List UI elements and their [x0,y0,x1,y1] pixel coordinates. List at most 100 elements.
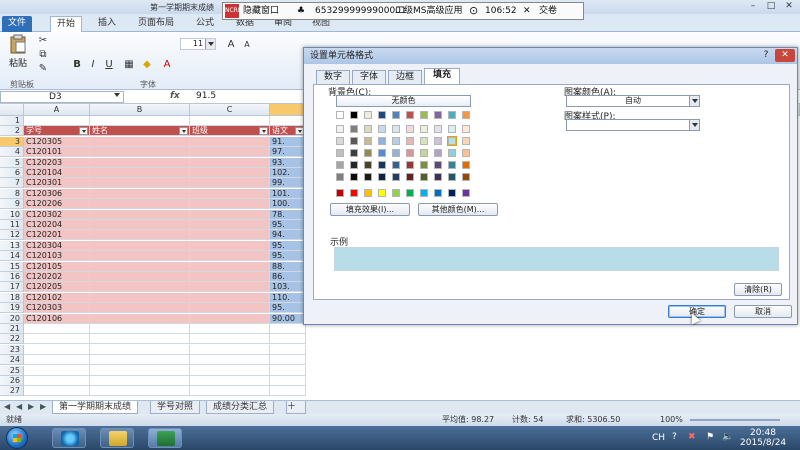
format-painter-icon[interactable]: ✎ [36,62,50,76]
chinese-score-cell[interactable]: 86. [270,272,306,282]
fill-effects-button[interactable]: 填充效果(I)... [330,203,410,216]
row-header[interactable]: 3 [0,136,24,147]
name-cell[interactable] [90,220,190,230]
name-cell[interactable] [90,261,190,272]
sheet-tab[interactable]: 学号对照 [150,401,201,414]
color-swatch[interactable] [420,149,428,157]
class-cell[interactable] [190,303,270,314]
zoom-level[interactable]: 100% [660,414,683,426]
row-header[interactable]: 11 [0,220,24,230]
row-header[interactable]: 5 [0,157,24,168]
chinese-score-cell[interactable]: 102. [270,168,306,178]
next-sheet-icon[interactable]: ▶ [28,402,38,411]
dialog-help-button[interactable]: ? [759,49,773,62]
student-id-cell[interactable]: C120305 [24,136,90,147]
name-box[interactable]: D3 [0,91,124,103]
color-swatch[interactable] [364,149,372,157]
color-swatch[interactable] [378,125,386,133]
color-swatch[interactable] [378,161,386,169]
empty-cell[interactable] [24,376,90,386]
color-swatch[interactable] [392,189,400,197]
color-swatch[interactable] [336,111,344,119]
taskbar-excel-button[interactable] [148,428,182,448]
chinese-score-cell[interactable]: 78. [270,209,306,220]
row-header[interactable]: 19 [0,303,24,314]
student-id-cell[interactable]: C120101 [24,147,90,158]
student-id-cell[interactable]: C120105 [24,261,90,272]
color-swatch[interactable] [406,137,414,145]
color-swatch[interactable] [392,173,400,181]
color-swatch[interactable] [434,111,442,119]
chinese-score-cell[interactable]: 94. [270,230,306,241]
fill-color-icon[interactable]: ◆ [140,58,154,72]
filter-dropdown-icon[interactable] [179,127,188,136]
student-id-cell[interactable]: C120106 [24,313,90,324]
language-indicator[interactable]: CH [652,433,665,443]
student-id-cell[interactable]: C120204 [24,220,90,230]
class-cell[interactable] [190,292,270,303]
student-id-cell[interactable]: C120304 [24,240,90,251]
row-header[interactable]: 14 [0,251,24,262]
color-swatch[interactable] [434,125,442,133]
color-swatch[interactable] [350,189,358,197]
sheet-tab[interactable]: 成绩分类汇总 [206,401,275,414]
color-swatch[interactable] [336,149,344,157]
color-swatch[interactable] [350,125,358,133]
row-header[interactable]: 7 [0,178,24,189]
color-swatch[interactable] [364,173,372,181]
maximize-button[interactable]: □ [763,1,779,12]
chinese-score-cell[interactable]: 88. [270,261,306,272]
insert-function-button[interactable]: fx [170,91,180,101]
color-swatch[interactable] [350,173,358,181]
tab-file[interactable]: 文件 [2,16,33,32]
color-swatch[interactable] [350,137,358,145]
color-swatch[interactable] [336,161,344,169]
empty-cell[interactable] [90,334,190,345]
color-swatch[interactable] [392,137,400,145]
color-swatch[interactable] [462,173,470,181]
row-header[interactable]: 17 [0,282,24,293]
color-swatch[interactable] [364,189,372,197]
empty-cell[interactable] [270,344,306,355]
empty-cell[interactable] [190,365,270,376]
network-icon[interactable]: ✖ [688,432,696,442]
name-cell[interactable] [90,199,190,210]
student-id-cell[interactable]: C120302 [24,209,90,220]
color-swatch[interactable] [448,161,456,169]
class-cell[interactable] [190,230,270,241]
chinese-score-cell[interactable]: 95. [270,240,306,251]
column-header[interactable]: C [190,104,270,116]
name-cell[interactable] [90,136,190,147]
cut-icon[interactable]: ✂ [36,34,50,48]
tab-number[interactable]: 数字 [316,70,350,84]
tab-font[interactable]: 字体 [352,70,386,84]
color-swatch[interactable] [406,111,414,119]
empty-cell[interactable] [270,334,306,345]
color-swatch[interactable] [434,189,442,197]
new-sheet-icon[interactable]: ＋ [286,401,306,414]
name-cell[interactable] [90,230,190,241]
color-swatch[interactable] [462,111,470,119]
color-swatch[interactable] [350,161,358,169]
student-id-cell[interactable]: C120301 [24,178,90,189]
clear-button[interactable]: 清除(R) [734,283,782,296]
name-cell[interactable] [90,272,190,282]
chinese-score-cell[interactable]: 90.00 [270,313,306,324]
row-header[interactable]: 22 [0,334,24,345]
pattern-style-select[interactable] [566,119,700,131]
color-swatch[interactable] [392,125,400,133]
chinese-score-cell[interactable]: 103. [270,282,306,293]
color-swatch[interactable] [448,173,456,181]
color-swatch[interactable] [406,125,414,133]
italic-button[interactable]: I [86,58,100,72]
chinese-score-cell[interactable]: 99. [270,178,306,189]
class-cell[interactable] [190,240,270,251]
row-header[interactable]: 6 [0,168,24,178]
no-color-button[interactable]: 无颜色 [336,95,471,107]
chinese-score-cell[interactable]: 110. [270,292,306,303]
color-swatch[interactable] [420,137,428,145]
empty-cell[interactable] [24,334,90,345]
empty-cell[interactable] [270,324,306,334]
tab-home[interactable]: 开始 [50,16,83,32]
row-header[interactable]: 16 [0,272,24,282]
